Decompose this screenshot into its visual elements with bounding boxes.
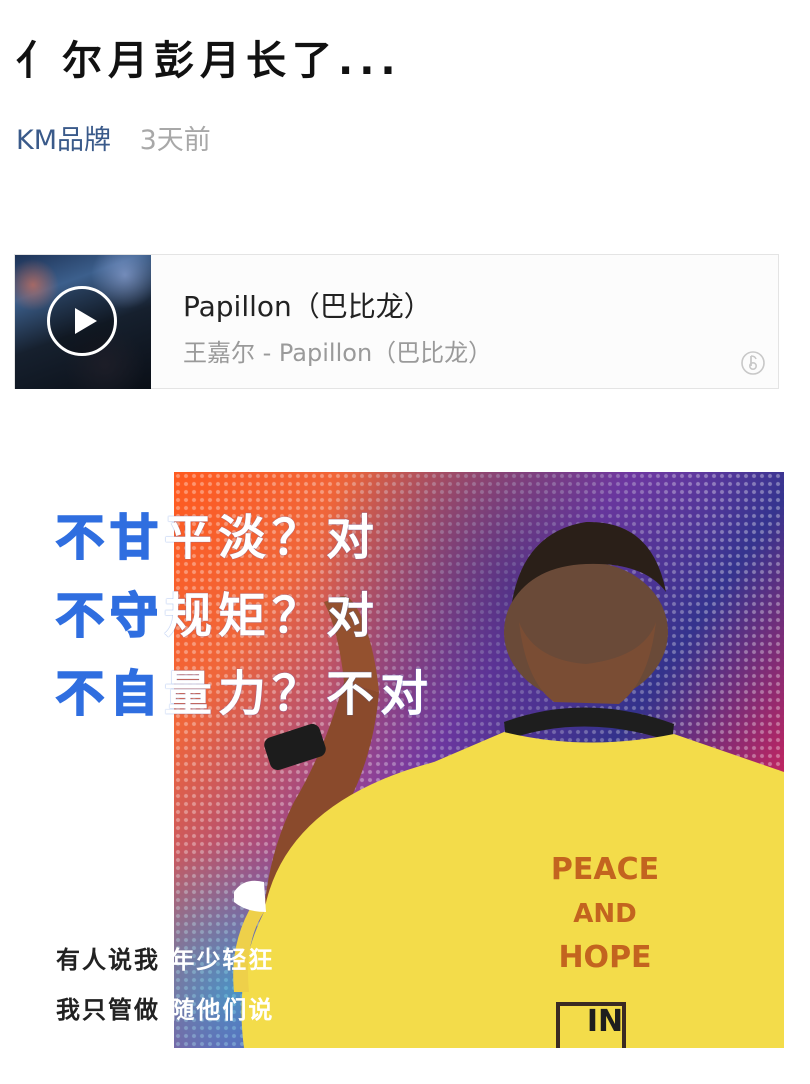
headline-solid: 量力？不对 [164, 666, 435, 722]
song-artist: 王嘉尔 - Papillon（巴比龙） [183, 339, 493, 367]
caption-line: 我只管做 随他们说 [56, 990, 274, 1025]
headline-line: 不守规矩？对 [55, 576, 381, 646]
shirt-text: HOPE [558, 940, 652, 975]
caption-dark: 有人说我 [56, 946, 171, 974]
caption-line: 有人说我 年少轻狂 [56, 940, 274, 975]
music-note-icon [741, 351, 765, 375]
play-triangle [75, 308, 97, 334]
headline-line: 不甘平淡？对 [55, 498, 381, 568]
caption-light: 年少轻狂 [170, 946, 275, 974]
publish-time: 3天前 [139, 125, 211, 156]
shirt-text: AND [573, 899, 637, 929]
music-card[interactable]: Papillon（巴比龙） 王嘉尔 - Papillon（巴比龙） [14, 254, 779, 389]
song-title: Papillon（巴比龙） [183, 290, 432, 323]
caption-light: 随他们说 [170, 996, 275, 1024]
play-circle-icon[interactable] [47, 286, 117, 356]
author-link[interactable]: KM品牌 [16, 125, 111, 156]
headline-solid: 平淡？对 [164, 510, 381, 566]
headline-line: 不自量力？不对 [55, 654, 435, 724]
caption-dark: 我只管做 [56, 996, 171, 1024]
shirt-text: PEACE [550, 852, 660, 887]
headline-outline: 不自 [55, 665, 165, 723]
headline-outline: 不守 [55, 587, 165, 645]
article-title: 亻尔月彭月长了... [16, 38, 402, 84]
headline-outline: 不甘 [55, 509, 165, 567]
shirt-graphic: PEACE AND HOPE IN [545, 848, 665, 1044]
headline-solid: 规矩？对 [164, 588, 381, 644]
album-cover [15, 255, 151, 389]
poster-image: PEACE AND HOPE IN 不甘平淡？对 不守规矩？对 不自量力？不对 … [50, 472, 784, 1048]
shirt-text: IN [586, 1004, 624, 1039]
article-meta: KM品牌 3天前 [16, 118, 211, 157]
